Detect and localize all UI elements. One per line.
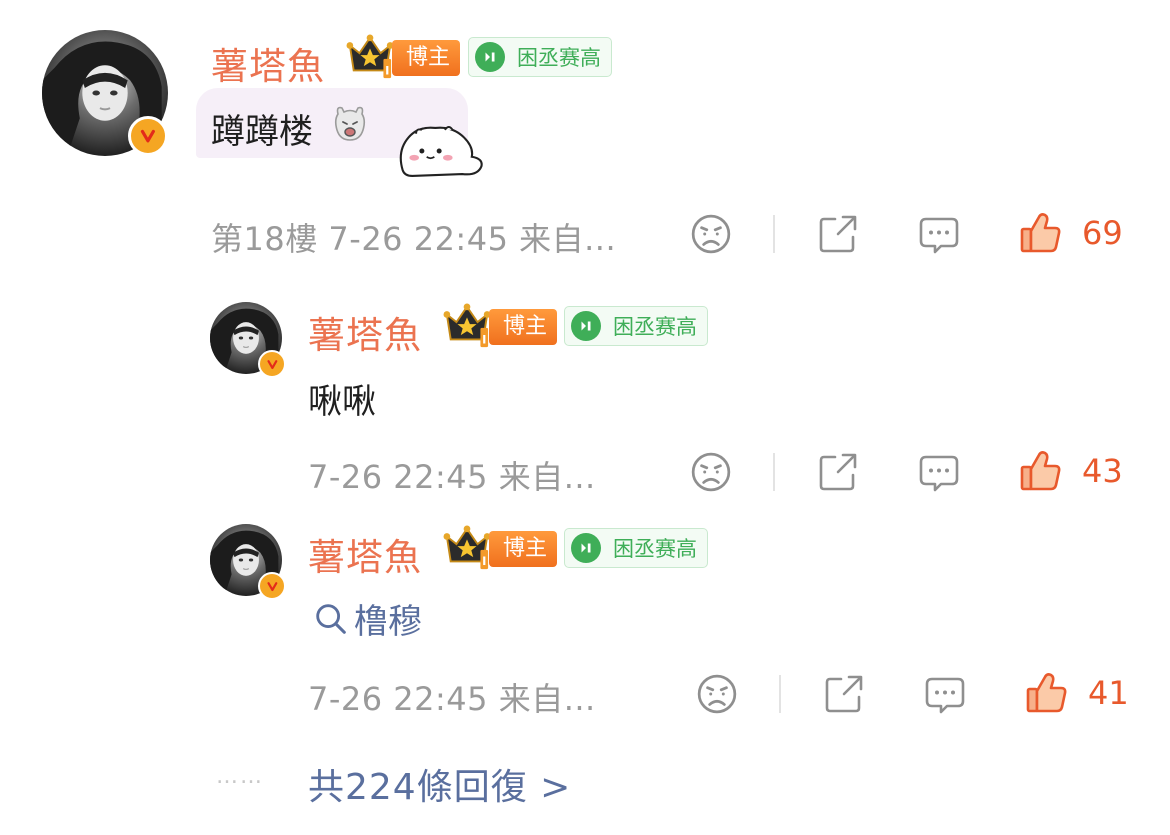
like-count: 43 [1082,452,1123,490]
dislike-face-icon[interactable] [690,451,732,493]
like-icon[interactable] [1020,212,1062,254]
like-icon[interactable] [1020,450,1062,492]
share-icon[interactable] [824,674,864,714]
source-text: 来自... [519,220,617,258]
verified-icon [258,350,286,378]
role-badge: 博主 [392,40,461,76]
search-icon [316,603,346,634]
reply-dots: …… [216,764,264,789]
role-badge: 博主 [489,531,558,567]
comment-icon[interactable] [919,214,959,254]
dislike-face-icon[interactable] [696,673,738,715]
divider [773,215,775,253]
search-link-label: 橹穆 [354,602,422,642]
comment-icon[interactable] [919,452,959,492]
source-text: 来自... [498,458,596,496]
author-name[interactable]: 薯塔魚 [308,527,422,581]
share-icon[interactable] [818,452,858,492]
crown-icon [442,525,492,571]
avatar[interactable] [42,30,168,156]
like-count: 69 [1082,214,1123,252]
sheep-emoji-icon [334,106,366,141]
divider [773,453,775,491]
fan-badge-label: 困丞赛高 [613,315,697,339]
divider [779,675,781,713]
crown-icon [442,303,492,349]
share-icon[interactable] [818,214,858,254]
timestamp: 7-26 22:45 [328,220,509,258]
fan-badge-icon [571,533,601,563]
hamster-sticker-icon [399,126,483,178]
fan-badge[interactable]: 困丞赛高 [468,37,612,77]
fan-badge-label: 困丞赛高 [517,46,601,70]
search-link[interactable]: 橹穆 [312,594,422,643]
fan-badge[interactable]: 困丞赛高 [564,306,708,346]
more-replies-link[interactable]: 共224條回復 > [308,758,571,810]
comment-text: 啾啾 [308,382,376,422]
fan-badge-icon [475,42,505,72]
fan-badge-icon [571,311,601,341]
comment-meta: 7-26 22:45 来自... [308,452,596,498]
role-badge: 博主 [489,309,558,345]
avatar[interactable] [210,524,286,600]
fan-badge[interactable]: 困丞赛高 [564,528,708,568]
verified-icon [128,116,168,156]
comment-meta: 第18樓 7-26 22:45 来自... [211,214,616,260]
timestamp: 7-26 22:45 [308,458,489,496]
comment-text: 蹲蹲楼 [211,112,313,152]
comment-icon[interactable] [925,674,965,714]
floor-number: 第18樓 [211,220,318,258]
source-text: 来自... [498,680,596,718]
avatar[interactable] [210,302,286,378]
fan-badge-label: 困丞赛高 [613,537,697,561]
comment-meta: 7-26 22:45 来自... [308,674,596,720]
verified-icon [258,572,286,600]
dislike-face-icon[interactable] [690,213,732,255]
like-count: 41 [1088,674,1129,712]
like-icon[interactable] [1026,672,1068,714]
timestamp: 7-26 22:45 [308,680,489,718]
crown-icon [345,34,395,80]
author-name[interactable]: 薯塔魚 [211,36,325,90]
author-name[interactable]: 薯塔魚 [308,305,422,359]
